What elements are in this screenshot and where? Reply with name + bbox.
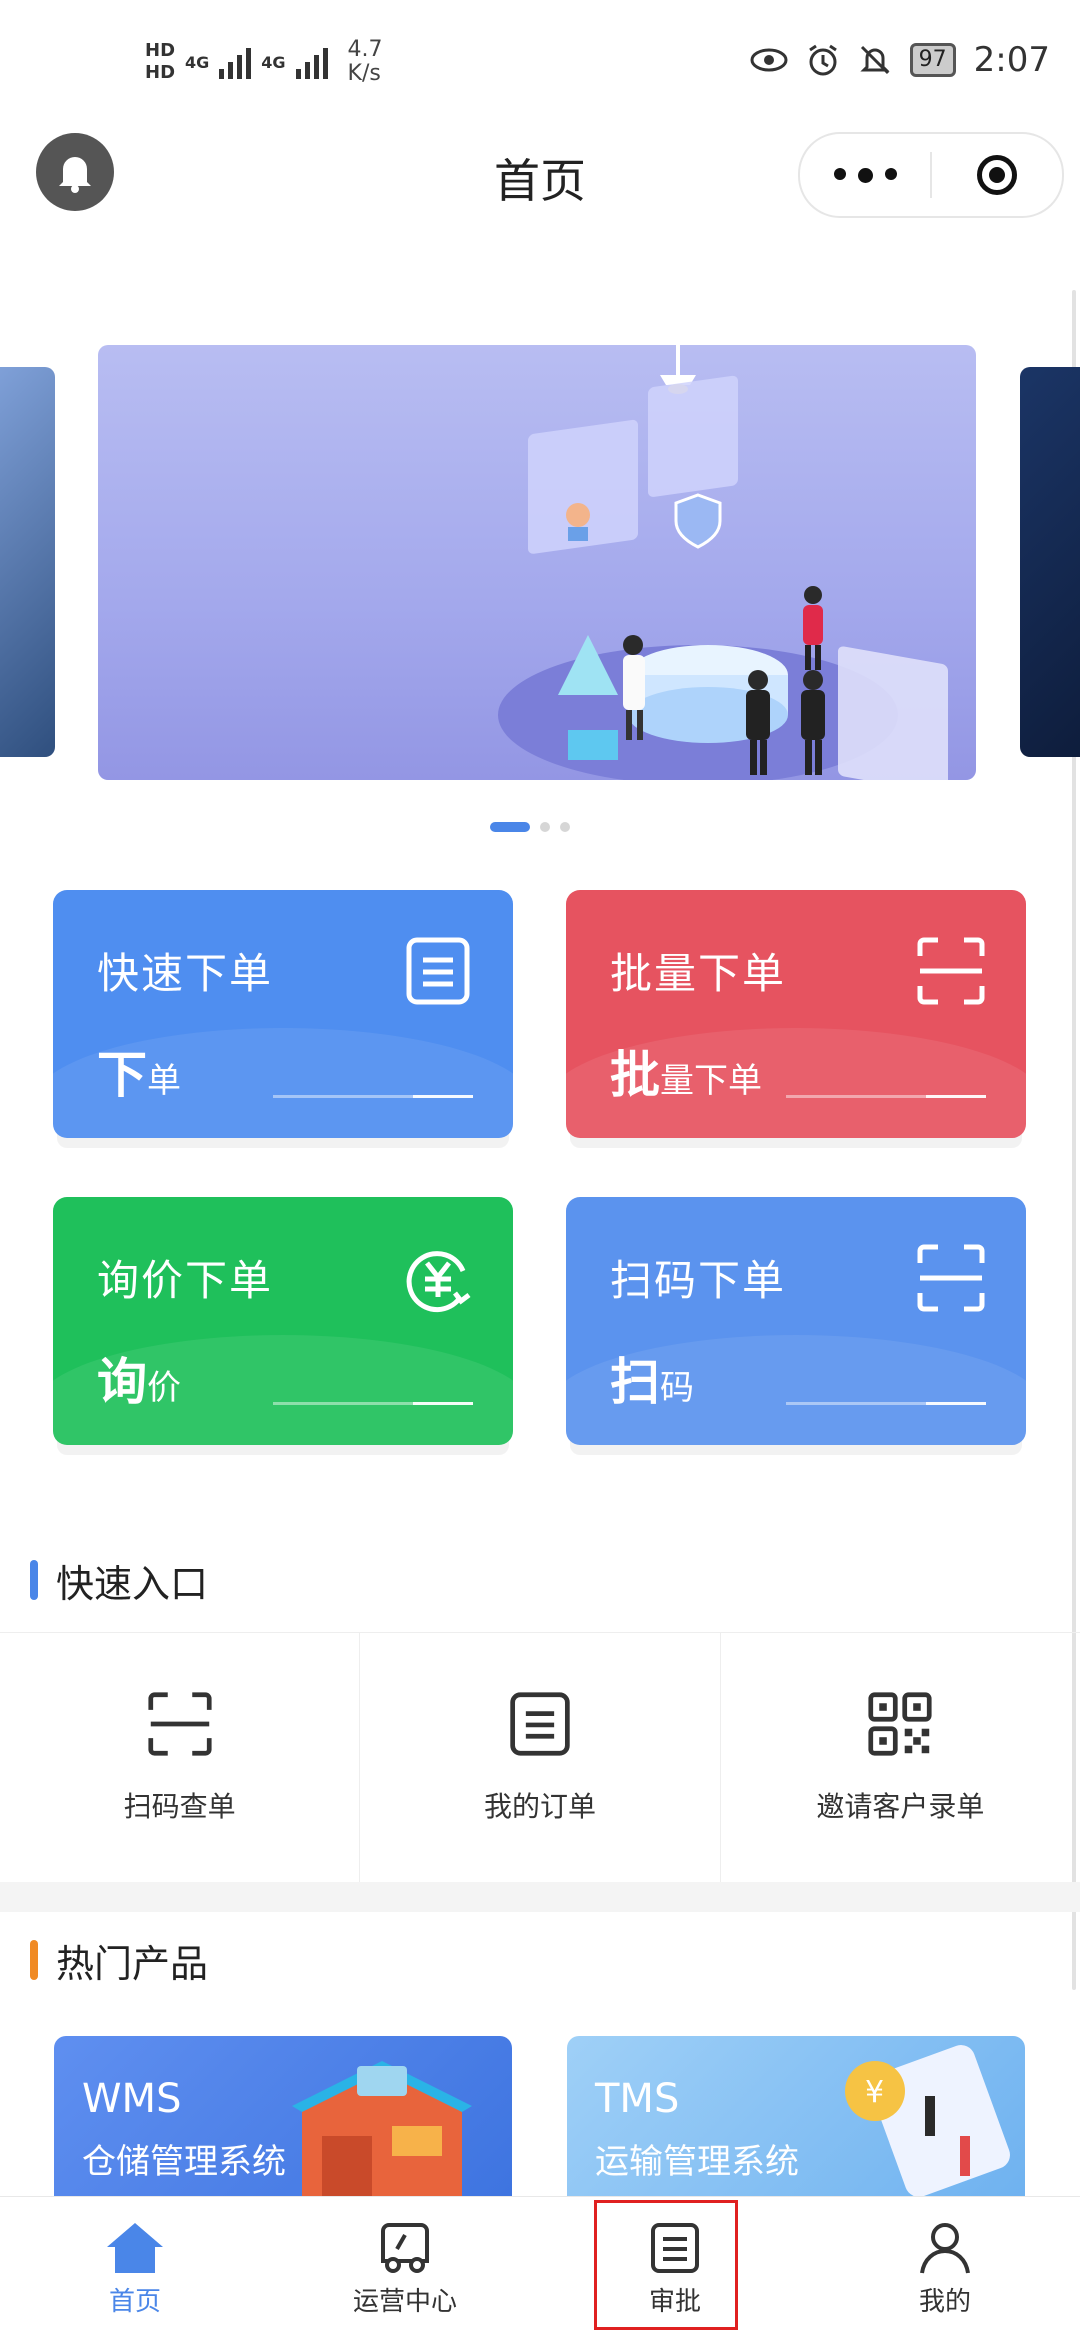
order-icon [510,1692,570,1756]
card-subtitle: 下单 [97,1035,181,1107]
signal-icon [295,45,328,79]
quick-item-my-orders[interactable]: 我的订单 [360,1633,721,1883]
tab-home[interactable]: 首页 [0,2197,270,2341]
close-mini-program-button[interactable] [932,155,1062,195]
banner-illustration [498,345,948,780]
user-icon [920,2222,970,2273]
hd-indicator: HD HD [145,40,175,84]
quick-entry-header: 快速入口 [30,1550,208,1610]
signal-icon [219,45,252,79]
warehouse-illustration [292,2061,472,2196]
net2-label: 4G [261,52,286,72]
quick-order-card[interactable]: 快速下单 下单 [53,890,513,1138]
banner-slide[interactable] [98,345,976,780]
quick-item-label: 扫码查单 [123,1790,236,1823]
banner-dot[interactable] [540,822,550,832]
card-subtitle-small: 码 [660,1368,694,1408]
card-title: 扫码下单 [610,1256,787,1305]
transport-illustration: ¥ [845,2045,1010,2196]
card-subtitle: 询价 [97,1342,181,1414]
clock: 2:07 [973,40,1050,80]
card-underline [273,1095,473,1098]
tab-label: 首页 [108,2286,161,2317]
card-subtitle-big: 下 [97,1046,147,1104]
batch-order-card[interactable]: 批量下单 批量下单 [566,890,1026,1138]
status-bar: HD HD 4G 4G 4.7 K/s 97 2:07 [0,0,1080,130]
bottom-tab-bar: 首页 运营中心 审批 我的 [0,2196,1080,2341]
product-card-wms[interactable]: WMS 仓储管理系统 [54,2036,512,2196]
card-underline [273,1402,473,1405]
svg-text:¥: ¥ [865,2075,884,2110]
scan-icon [917,937,985,1005]
tab-label: 我的 [918,2286,971,2317]
scan-order-card[interactable]: 扫码下单 扫码 [566,1197,1026,1445]
approval-tab-highlight-box [594,2200,738,2330]
qr-code-icon [868,1692,932,1756]
scan-icon [917,1244,985,1312]
quick-item-scan-query[interactable]: 扫码查单 [0,1633,361,1883]
card-title: 快速下单 [97,949,274,998]
inquiry-order-card[interactable]: 询价下单 询价 [53,1197,513,1445]
section-divider [0,1882,1080,1912]
quick-item-label: 我的订单 [483,1790,596,1823]
card-subtitle: 扫码 [610,1342,694,1414]
card-title: 批量下单 [610,949,787,998]
battery-icon: 97 [909,43,956,77]
card-title: 询价下单 [97,1256,274,1305]
banner-prev-slide[interactable] [0,367,55,757]
eye-icon [750,48,788,72]
quick-item-invite-customer[interactable]: 邀请客户录单 [721,1633,1080,1883]
banner-dot[interactable] [560,822,570,832]
truck-icon [381,2222,429,2273]
section-title: 热门产品 [56,1941,209,1986]
net-speed: 4.7 K/s [348,38,383,86]
more-menu-button[interactable] [800,167,930,183]
document-icon [406,937,470,1005]
tab-mine[interactable]: 我的 [810,2197,1080,2341]
hd1-label: HD [145,40,176,61]
scan-icon [148,1692,212,1756]
speed-value: 4.7 [347,37,383,62]
card-subtitle-small: 价 [147,1368,181,1408]
tab-label: 运营中心 [352,2286,457,2317]
card-subtitle-small: 单 [147,1061,181,1101]
speed-unit: K/s [347,61,381,86]
card-subtitle: 批量下单 [610,1035,762,1107]
home-icon [107,2222,163,2273]
target-icon [977,155,1017,195]
product-desc: 仓储管理系统 [82,2142,286,2182]
hot-products-header: 热门产品 [30,1930,208,1990]
net1-label: 4G [185,52,210,72]
card-subtitle-small: 量下单 [660,1061,762,1101]
quick-item-label: 邀请客户录单 [816,1790,985,1823]
product-card-tms[interactable]: ¥ TMS 运输管理系统 [567,2036,1025,2196]
banner-pagination [490,822,570,832]
product-name: WMS [82,2076,182,2122]
card-underline [786,1095,986,1098]
hd2-label: HD [145,62,176,83]
alarm-icon [808,44,837,76]
card-underline [786,1402,986,1405]
section-accent-bar [30,1560,38,1600]
yuan-refresh-icon [406,1251,471,1313]
product-name: TMS [595,2076,680,2122]
system-indicators: 97 2:07 [750,40,1050,80]
tab-operations-center[interactable]: 运营中心 [270,2197,540,2341]
section-title: 快速入口 [56,1561,209,1606]
banner-dot-active[interactable] [490,822,530,832]
network-indicators: HD HD 4G 4G 4.7 K/s [145,38,383,86]
card-subtitle-big: 询 [97,1353,147,1411]
banner-next-slide[interactable] [1020,367,1080,757]
section-accent-bar [30,1940,38,1980]
product-desc: 运输管理系统 [595,2142,799,2182]
mini-program-capsule [798,132,1064,218]
mute-bell-icon [860,45,890,75]
quick-entry-grid: 扫码查单 我的订单 邀请客户录单 [0,1632,1080,1884]
card-subtitle-big: 批 [610,1046,660,1104]
card-subtitle-big: 扫 [610,1353,660,1411]
